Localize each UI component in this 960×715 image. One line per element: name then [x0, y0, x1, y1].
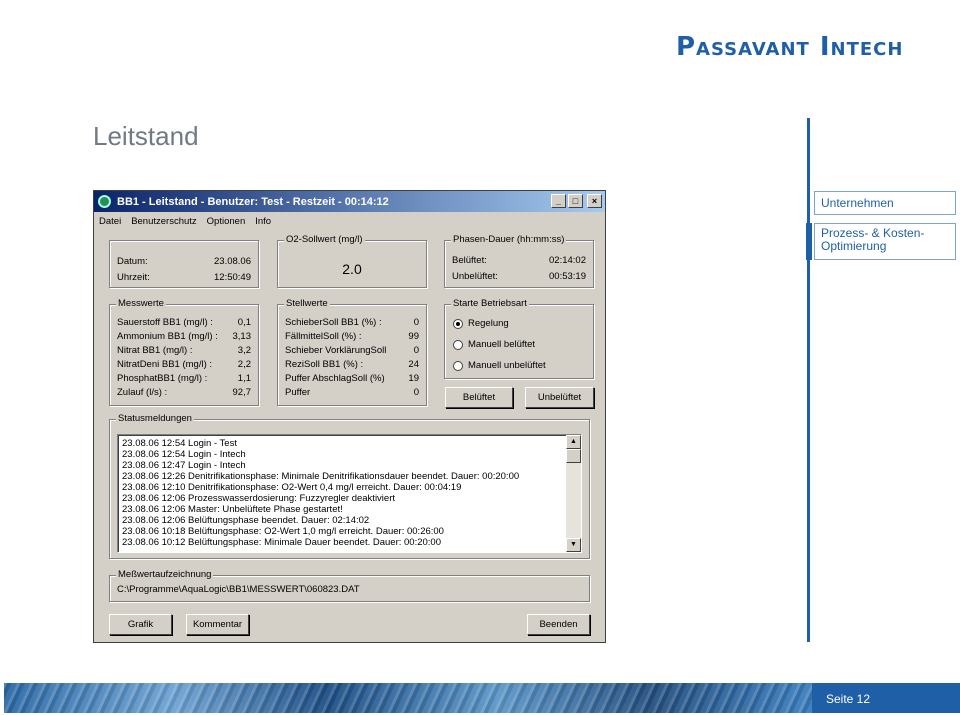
- log-line: 23.08.06 10:12 Belüftungsphase: Minimale…: [122, 537, 442, 548]
- phase-duration-legend: Phasen-Dauer (hh:mm:ss): [451, 234, 567, 245]
- nav-active-marker: [806, 223, 812, 260]
- log-line: 23.08.06 12:06 Master: Unbelüftete Phase…: [122, 504, 343, 515]
- slide-title: Leitstand: [93, 121, 199, 151]
- date-value: 23.08.06: [214, 256, 251, 267]
- log-line: 23.08.06 12:47 Login - Intech: [122, 460, 246, 471]
- footer-banner: Seite 12: [4, 683, 960, 713]
- radio-manuell-belueftet[interactable]: Manuell belüftet: [453, 339, 535, 350]
- log-line: 23.08.06 10:18 Belüftungsphase: O2-Wert …: [122, 526, 444, 537]
- log-line: 23.08.06 12:06 Prozesswasserdosierung: F…: [122, 493, 396, 504]
- time-row: Uhrzeit: 12:50:49: [117, 272, 251, 283]
- close-icon[interactable]: ×: [587, 194, 602, 208]
- radio-icon[interactable]: [453, 360, 463, 371]
- messwert-row: NitratDeni BB1 (mg/l) :2,2: [117, 359, 251, 370]
- app-icon: [98, 195, 111, 208]
- o2-setpoint-value: 2.0: [342, 261, 362, 277]
- recording-path: C:\Programme\AquaLogic\BB1\MESSWERT\0608…: [117, 584, 360, 595]
- status-group: Statusmeldungen 23.08.06 12:54 Login - T…: [109, 413, 590, 559]
- stellwert-row: FällmittelSoll (%) :99: [285, 331, 419, 342]
- stellwert-row: Puffer 0: [285, 387, 419, 398]
- stellwerte-group: Stellwerte SchieberSoll BB1 (%) :0 Fällm…: [277, 298, 427, 406]
- recording-legend: Meßwertaufzeichnung: [116, 569, 214, 580]
- beenden-button[interactable]: Beenden: [527, 614, 590, 635]
- menu-benutzerschutz[interactable]: Benutzerschutz: [131, 216, 196, 227]
- phase-unaerated-row: Unbelüftet: 00:53:19: [452, 271, 586, 282]
- o2-setpoint-group: O2-Sollwert (mg/l) 2.0: [277, 234, 427, 288]
- menu-info[interactable]: Info: [255, 216, 271, 227]
- phase-duration-group: Phasen-Dauer (hh:mm:ss) Belüftet: 02:14:…: [444, 234, 594, 288]
- messwert-row: Sauerstoff BB1 (mg/l) :0,1: [117, 317, 251, 328]
- messwerte-group: Messwerte Sauerstoff BB1 (mg/l) :0,1 Amm…: [109, 298, 259, 406]
- grafik-button[interactable]: Grafik: [109, 614, 172, 635]
- phase-aerated-row: Belüftet: 02:14:02: [452, 255, 586, 266]
- messwert-row: Zulauf (l/s) :92,7: [117, 387, 251, 398]
- recording-group: Meßwertaufzeichnung C:\Programme\AquaLog…: [109, 569, 590, 602]
- phase-aerated-value: 02:14:02: [549, 255, 586, 266]
- messwert-row: Nitrat BB1 (mg/l) :3,2: [117, 345, 251, 356]
- status-legend: Statusmeldungen: [116, 413, 194, 424]
- radio-regelung[interactable]: Regelung: [453, 318, 509, 329]
- betriebsart-group: Starte Betriebsart Regelung Manuell belü…: [444, 298, 594, 379]
- o2-setpoint-legend: O2-Sollwert (mg/l): [284, 234, 365, 245]
- radio-icon[interactable]: [453, 339, 463, 350]
- stellwert-row: ReziSoll BB1 (%) :24: [285, 359, 419, 370]
- app-window: BB1 - Leitstand - Benutzer: Test - Restz…: [93, 190, 606, 643]
- nav-item-prozess-optimierung[interactable]: Prozess- & Kosten-Optimierung: [814, 223, 956, 260]
- messwerte-legend: Messwerte: [116, 298, 166, 309]
- scroll-down-icon[interactable]: ▼: [566, 538, 581, 552]
- maximize-icon[interactable]: □: [568, 194, 583, 208]
- time-value: 12:50:49: [214, 272, 251, 283]
- log-line: 23.08.06 12:54 Login - Test: [122, 438, 237, 449]
- company-logo: Passavant Intech: [676, 32, 904, 62]
- menu-datei[interactable]: Datei: [99, 216, 121, 227]
- scroll-thumb[interactable]: [566, 449, 581, 463]
- log-line: 23.08.06 12:26 Denitrifikationsphase: Mi…: [122, 471, 520, 482]
- messwert-row: Ammonium BB1 (mg/l) :3,13: [117, 331, 251, 342]
- radio-selected-icon[interactable]: [453, 318, 463, 329]
- scroll-up-icon[interactable]: ▲: [566, 435, 581, 449]
- radio-manuell-unbelueftet[interactable]: Manuell unbelüftet: [453, 360, 546, 371]
- menu-optionen[interactable]: Optionen: [207, 216, 246, 227]
- betriebsart-legend: Starte Betriebsart: [451, 298, 529, 309]
- menu-bar: Datei Benutzerschutz Optionen Info: [94, 212, 605, 231]
- nav-item-unternehmen[interactable]: Unternehmen: [814, 191, 956, 215]
- stellwert-row: Schieber VorklärungSoll 0: [285, 345, 419, 356]
- date-row: Datum: 23.08.06: [117, 256, 251, 267]
- messwert-row: PhosphatBB1 (mg/l) :1,1: [117, 373, 251, 384]
- kommentar-button[interactable]: Kommentar: [186, 614, 249, 635]
- stellwert-row: Puffer AbschlagSoll (%) 19: [285, 373, 419, 384]
- status-listbox[interactable]: 23.08.06 12:54 Login - Test 23.08.06 12:…: [117, 434, 582, 553]
- status-scrollbar[interactable]: ▲ ▼: [566, 435, 581, 552]
- log-line: 23.08.06 12:54 Login - Intech: [122, 449, 246, 460]
- stellwerte-legend: Stellwerte: [284, 298, 330, 309]
- window-titlebar[interactable]: BB1 - Leitstand - Benutzer: Test - Restz…: [94, 191, 605, 212]
- datetime-group: Datum: 23.08.06 Uhrzeit: 12:50:49: [109, 240, 259, 288]
- minimize-icon[interactable]: _: [551, 194, 566, 208]
- log-line: 23.08.06 12:10 Denitrifikationsphase: O2…: [122, 482, 462, 493]
- belueftet-button[interactable]: Belüftet: [445, 387, 513, 408]
- phase-unaerated-value: 00:53:19: [549, 271, 586, 282]
- page-number: Seite 12: [812, 683, 960, 713]
- window-title: BB1 - Leitstand - Benutzer: Test - Restz…: [117, 195, 389, 208]
- stellwert-row: SchieberSoll BB1 (%) :0: [285, 317, 419, 328]
- side-divider: [807, 118, 810, 642]
- log-line: 23.08.06 12:06 Belüftungsphase beendet. …: [122, 515, 370, 526]
- unbelueftet-button[interactable]: Unbelüftet: [525, 387, 594, 408]
